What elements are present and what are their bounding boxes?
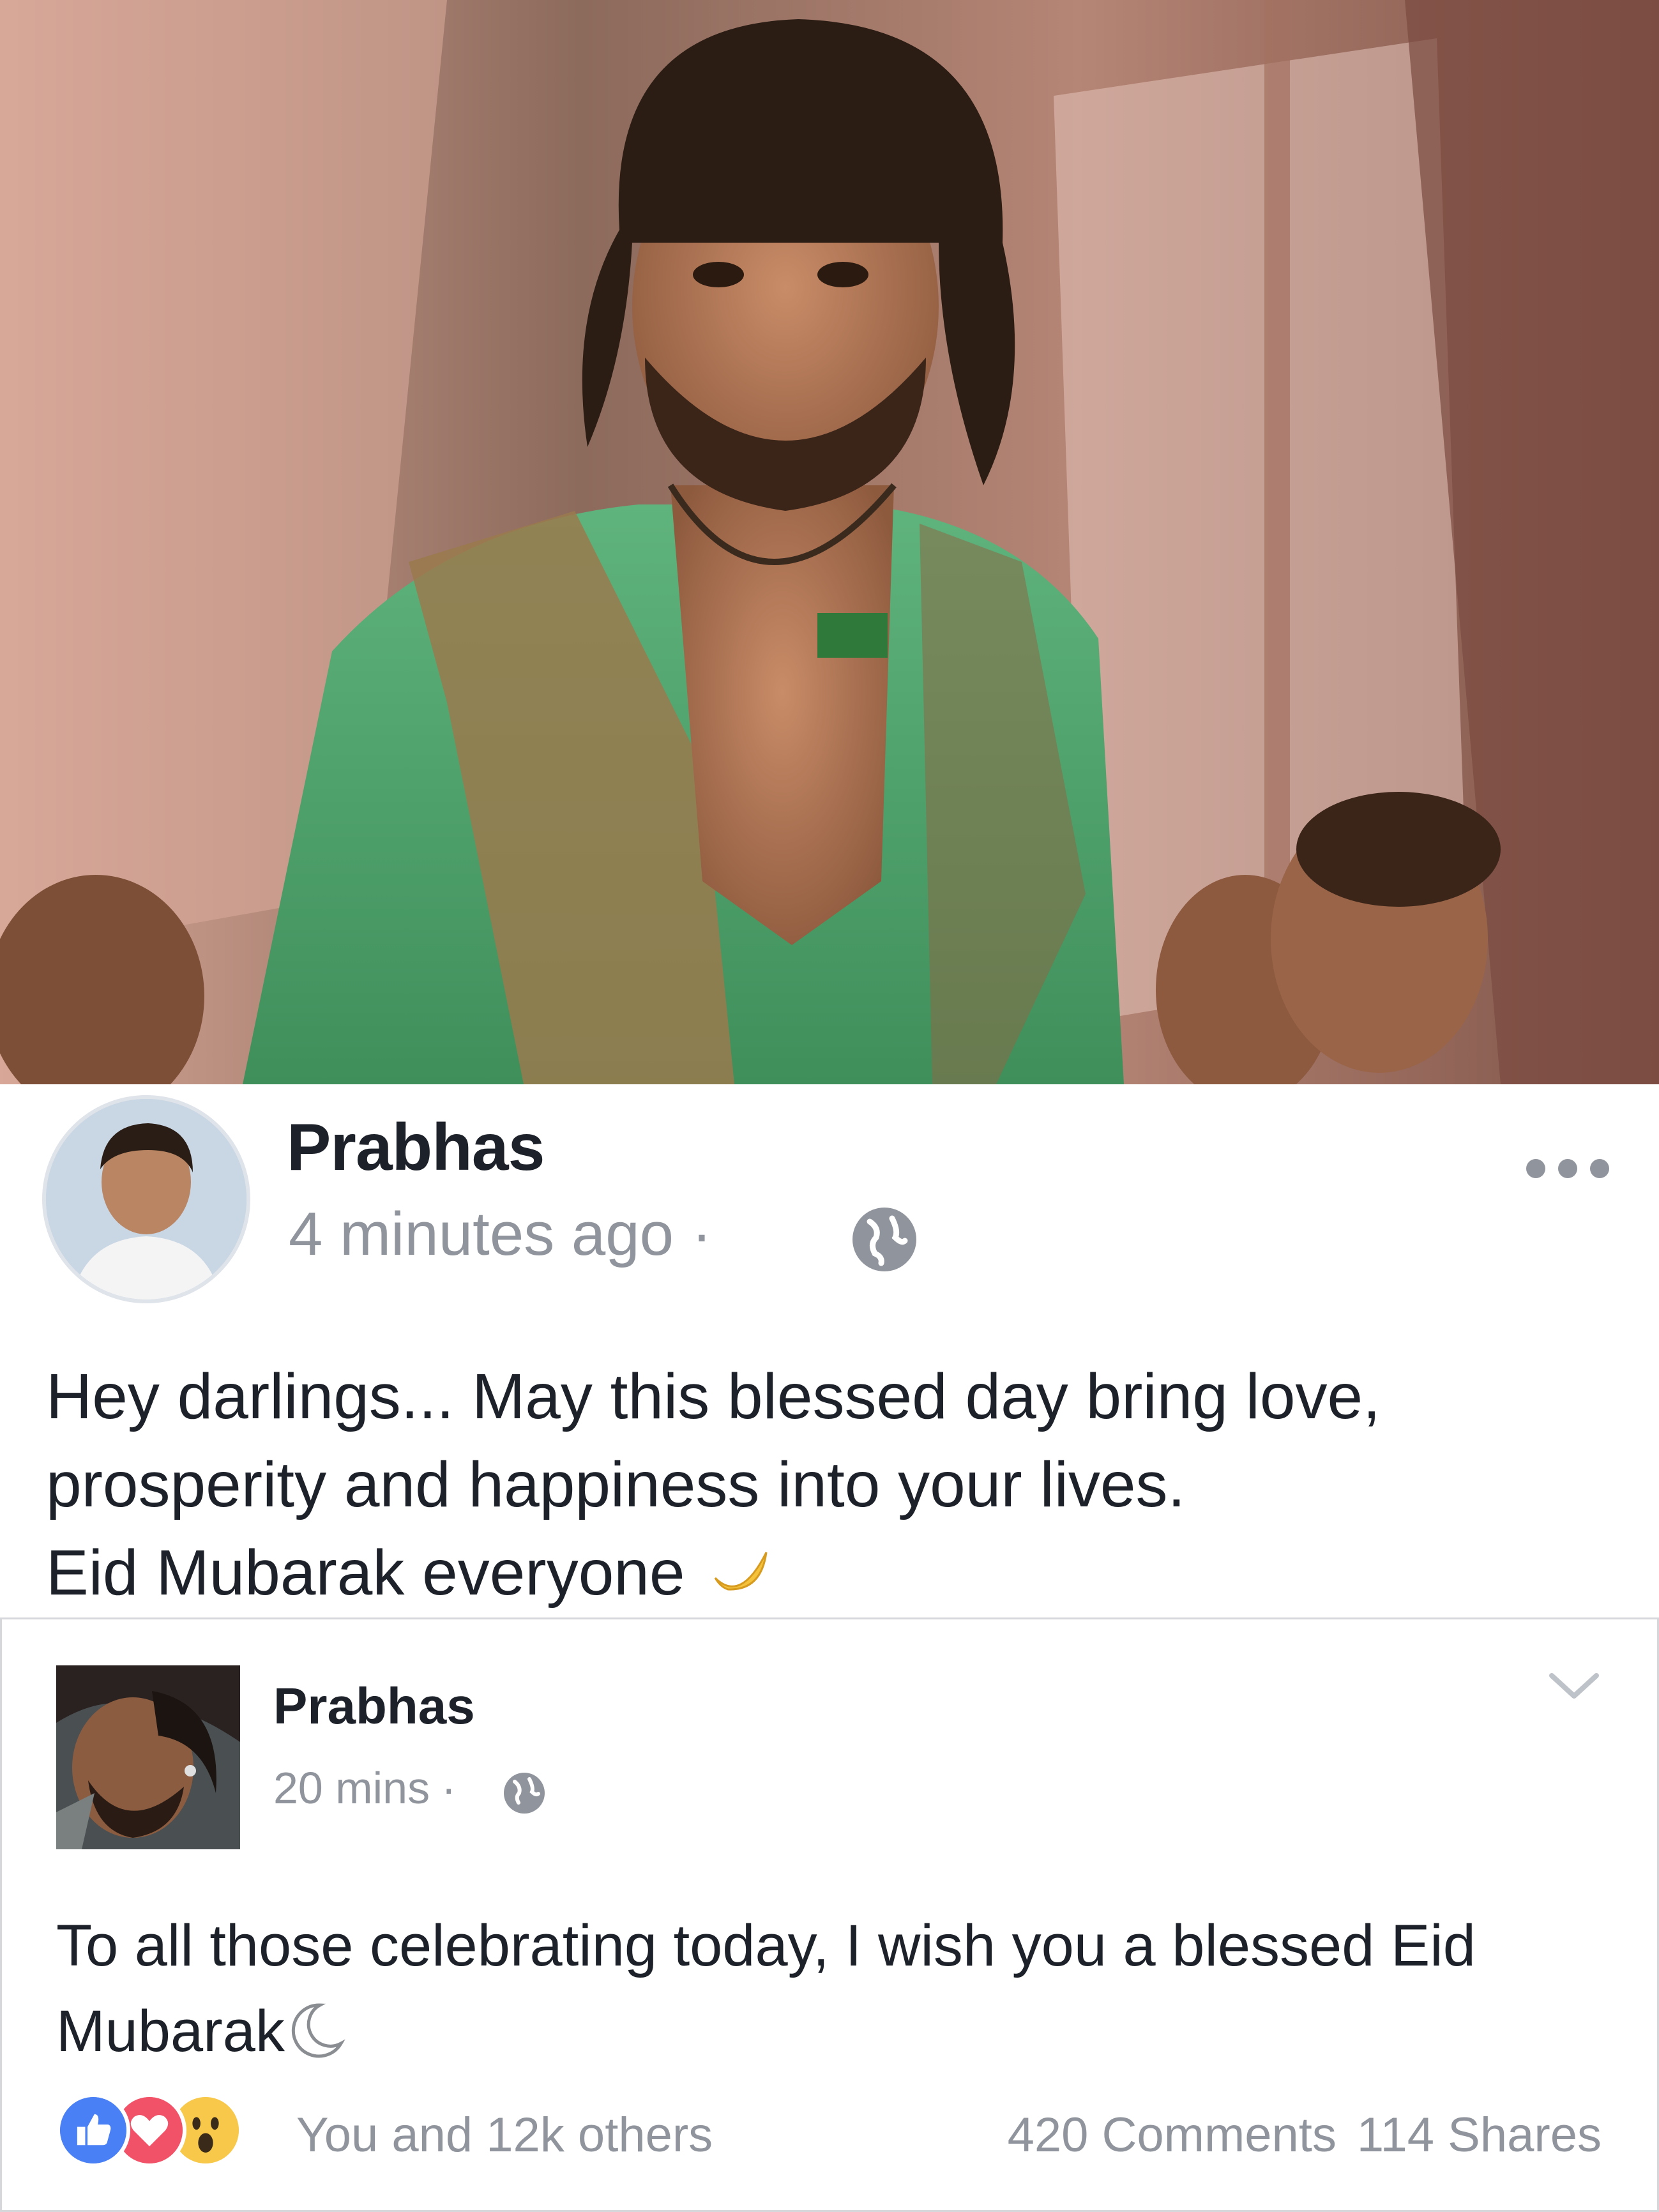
post-text: Hey darlings... May this blessed day bri…: [46, 1352, 1630, 1617]
like-icon: [56, 2093, 130, 2167]
shared-post-timestamp[interactable]: 20 mins: [273, 1763, 430, 1813]
shared-post-avatar[interactable]: [56, 1665, 240, 1849]
shared-post-text: To all those celebrating today, I wish y…: [56, 1903, 1627, 2074]
globe-icon: [852, 1208, 916, 1271]
shared-post-author-name[interactable]: Prabhas: [273, 1677, 475, 1736]
crescent-moon-icon: [291, 2003, 345, 2058]
separator-dot: ·: [692, 1200, 713, 1268]
more-options-icon[interactable]: [1526, 1149, 1622, 1188]
post-text-line: Eid Mubarak everyone: [46, 1529, 1630, 1617]
globe-icon: [504, 1773, 545, 1814]
avatar-illustration: [46, 1099, 246, 1299]
shared-post-text-line: To all those celebrating today, I wish y…: [56, 1913, 1476, 1978]
post-text-line: Hey darlings... May this blessed day bri…: [46, 1361, 1381, 1432]
post-photo-illustration: [0, 0, 1659, 1084]
shared-avatar-illustration: [56, 1665, 240, 1849]
shared-post-text-line: Mubarak: [56, 1989, 1627, 2074]
post-text-line-3: Eid Mubarak everyone: [46, 1537, 685, 1609]
avatar[interactable]: [42, 1095, 250, 1303]
engagement-stats: 420 Comments 114 Shares: [1008, 2107, 1602, 2163]
reaction-summary[interactable]: You and 12k others: [296, 2107, 713, 2163]
shared-post-timestamp-row: 20 mins ·: [273, 1762, 469, 1814]
shared-post-text-line-2: Mubarak: [56, 1999, 285, 2064]
crescent-moon-icon: [715, 1552, 768, 1591]
comments-count[interactable]: 420 Comments: [1008, 2107, 1337, 2163]
reaction-icons[interactable]: [56, 2093, 248, 2176]
separator-dot: ·: [441, 1763, 457, 1813]
post-timestamp-row: 4 minutes ago ·: [289, 1199, 734, 1269]
post-timestamp[interactable]: 4 minutes ago: [289, 1200, 674, 1268]
post-text-line: prosperity and happiness into your lives…: [46, 1449, 1186, 1520]
shares-count[interactable]: 114 Shares: [1357, 2107, 1602, 2163]
post-author-name[interactable]: Prabhas: [287, 1110, 545, 1186]
chevron-down-icon[interactable]: [1545, 1667, 1603, 1705]
post-photo[interactable]: [0, 0, 1659, 1084]
